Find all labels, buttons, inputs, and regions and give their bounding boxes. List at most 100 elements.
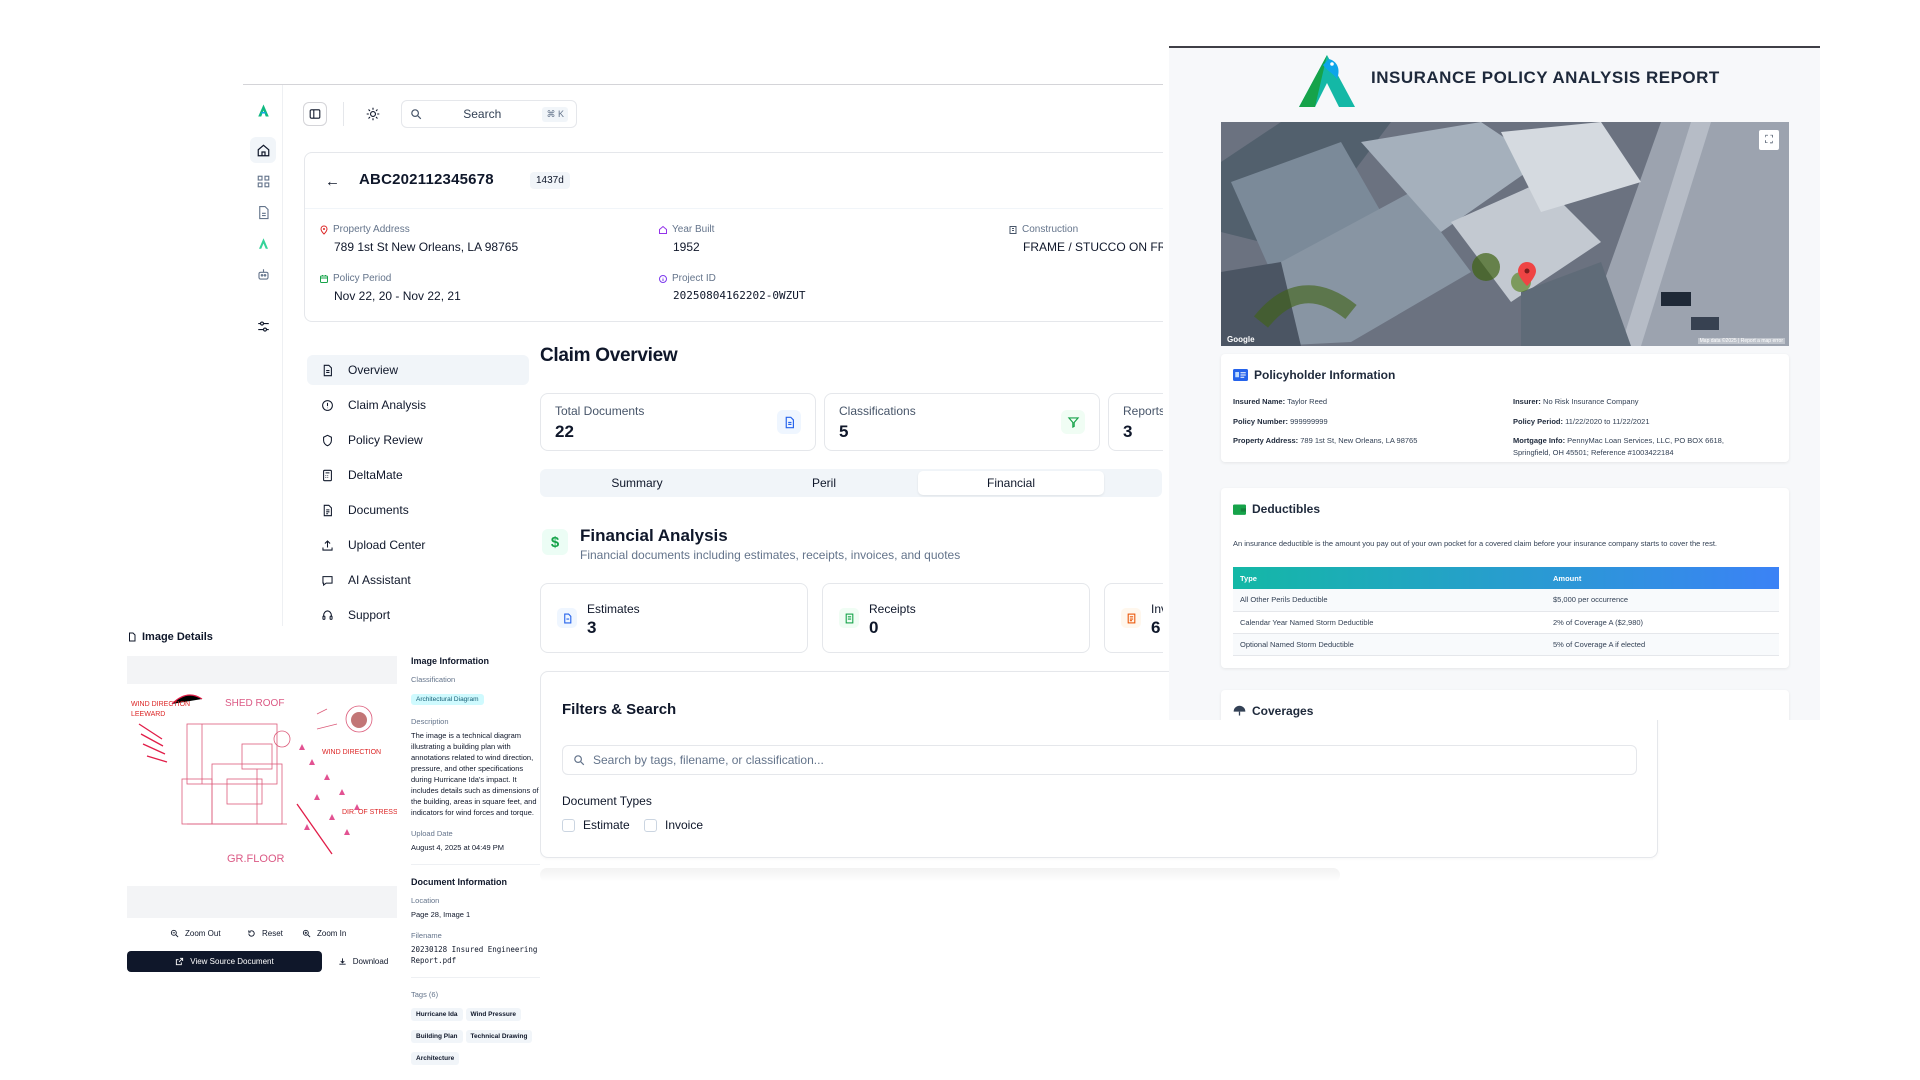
receipt-icon [839, 608, 859, 628]
nav-item-documents[interactable]: Documents [307, 495, 529, 525]
checkbox-box[interactable] [644, 818, 657, 832]
headset-icon [322, 609, 333, 620]
sun-icon [366, 107, 380, 121]
description-text: The image is a technical diagram illustr… [411, 731, 539, 817]
nav-item-overview[interactable]: Overview [307, 355, 529, 385]
theme-toggle-button[interactable] [361, 102, 385, 126]
invoice-icon [1121, 608, 1141, 628]
reset-icon [248, 930, 255, 937]
diagram-label-shed-roof: SHED ROOF [225, 698, 284, 709]
global-search-input[interactable]: Search ⌘ K [401, 100, 577, 128]
diagram-viewer[interactable]: WIND DIRECTION LEEWARD WIND DIRECTION DI… [127, 656, 398, 918]
filename-label: Filename [411, 931, 442, 940]
classification-badge: Architectural Diagram [411, 694, 484, 705]
satellite-map[interactable]: ⛶ Google Map data ©2025 | Report a map e… [1221, 122, 1789, 346]
tag[interactable]: Wind Pressure [465, 1008, 522, 1021]
reset-button[interactable]: Reset [247, 929, 283, 938]
divider [411, 864, 540, 865]
file-text-icon [323, 504, 332, 516]
column-header-type: Type [1240, 573, 1257, 583]
zoom-out-button[interactable]: Zoom Out [170, 929, 221, 938]
document-icon [323, 364, 332, 376]
table-row: All Other Perils Deductible $5,000 per o… [1233, 589, 1779, 612]
document-search-input[interactable]: Search by tags, filename, or classificat… [562, 745, 1637, 775]
tag[interactable]: Building Plan [411, 1030, 463, 1043]
invoices-card[interactable]: Inv 6 [1104, 583, 1163, 653]
toolbar-divider [343, 102, 344, 126]
nav-label: Support [348, 608, 391, 622]
deductibles-title: Deductibles [1252, 502, 1321, 516]
nav-item-claim-analysis[interactable]: Claim Analysis [307, 390, 529, 420]
upload-icon [322, 539, 333, 551]
tab-financial[interactable]: Financial [918, 471, 1104, 495]
tag[interactable]: Hurricane Ida [411, 1008, 463, 1021]
property-address-value: 789 1st St, New Orleans, LA 98765 [1300, 436, 1418, 445]
property-address-row: Property Address: 789 1st St, New Orlean… [1233, 435, 1417, 447]
brand-mark-icon[interactable] [250, 230, 276, 256]
invoice-checkbox[interactable]: Invoice [644, 818, 703, 832]
project-id-field: Project ID 20250804162202-0WZUT [658, 273, 805, 302]
diagram-label-gr-floor: GR.FLOOR [227, 853, 285, 865]
nav-label: AI Assistant [348, 573, 411, 587]
back-arrow-icon[interactable]: ← [325, 173, 340, 190]
sidebar-panel-icon [309, 109, 321, 119]
cell-amount: $5,000 per occurrence [1546, 589, 1779, 612]
table-header-row: Type Amount [1233, 567, 1779, 589]
architectural-diagram-image: WIND DIRECTION LEEWARD WIND DIRECTION DI… [127, 684, 398, 886]
claim-age-badge: 1437d [530, 172, 570, 189]
app-logo-icon[interactable] [250, 97, 276, 123]
stat-label: Total Documents [555, 404, 645, 418]
insured-name-value: Taylor Reed [1287, 397, 1328, 406]
policyholder-title: Policyholder Information [1254, 368, 1396, 382]
construction-value: FRAME / STUCCO ON FRAI [1023, 240, 1163, 254]
tag[interactable]: Technical Drawing [465, 1030, 533, 1043]
stat-value: 3 [1123, 422, 1133, 441]
download-button[interactable]: Download [330, 951, 396, 972]
nav-item-deltamate[interactable]: DeltaMate [307, 460, 529, 490]
estimates-card[interactable]: Estimates 3 [540, 583, 808, 653]
building-icon [1008, 225, 1018, 235]
zoom-in-icon [302, 929, 311, 938]
report-file-icon[interactable] [250, 199, 276, 225]
project-id-value: 20250804162202-0WZUT [673, 289, 806, 302]
upload-date-label: Upload Date [411, 829, 453, 838]
settings-sliders-icon[interactable] [250, 313, 276, 339]
deductibles-card: Deductibles An insurance deductible is t… [1221, 488, 1789, 668]
checkbox-box[interactable] [562, 818, 575, 832]
property-address-value: 789 1st St New Orleans, LA 98765 [334, 240, 519, 254]
zoom-in-button[interactable]: Zoom In [302, 929, 346, 938]
tag-list: Hurricane Ida Wind Pressure Building Plan… [411, 1003, 540, 1069]
home-icon[interactable] [250, 137, 276, 163]
card-label: Estimates [587, 602, 640, 616]
mortgage-info-label: Mortgage Info: [1513, 436, 1566, 445]
cell-type: Optional Named Storm Deductible [1233, 633, 1546, 656]
reset-label: Reset [262, 929, 283, 938]
calendar-icon [319, 274, 329, 284]
view-source-document-button[interactable]: View Source Document [127, 951, 322, 972]
deductibles-description: An insurance deductible is the amount yo… [1233, 539, 1718, 548]
bot-icon[interactable] [250, 261, 276, 287]
stat-label: Reports [1123, 404, 1163, 418]
description-label: Description [411, 717, 449, 726]
tag[interactable]: Architecture [411, 1052, 460, 1065]
sidebar-toggle-button[interactable] [303, 102, 327, 126]
receipts-card[interactable]: Receipts 0 [822, 583, 1090, 653]
claim-app-window: Search ⌘ K ← ABC202112345678 1437d Prope… [243, 84, 1163, 704]
divider [411, 977, 540, 978]
tab-summary[interactable]: Summary [544, 471, 730, 495]
nav-item-upload-center[interactable]: Upload Center [307, 530, 529, 560]
overview-tabs: Summary Peril Financial [540, 469, 1162, 497]
zoom-out-icon [170, 929, 179, 938]
nav-item-ai-assistant[interactable]: AI Assistant [307, 565, 529, 595]
mortgage-info-row: Mortgage Info: PennyMac Loan Services, L… [1513, 435, 1758, 459]
year-built-field: Year Built 1952 [658, 224, 714, 254]
checkbox-label: Invoice [665, 818, 704, 832]
alert-circle-icon [322, 399, 333, 411]
stat-total-documents: Total Documents 22 [540, 393, 816, 451]
fullscreen-icon[interactable]: ⛶ [1759, 130, 1779, 150]
grid-icon[interactable] [250, 168, 276, 194]
nav-item-policy-review[interactable]: Policy Review [307, 425, 529, 455]
estimate-checkbox[interactable]: Estimate [562, 818, 630, 832]
policy-period-value: 11/22/2020 to 11/22/2021 [1565, 417, 1650, 426]
tab-peril[interactable]: Peril [731, 471, 917, 495]
